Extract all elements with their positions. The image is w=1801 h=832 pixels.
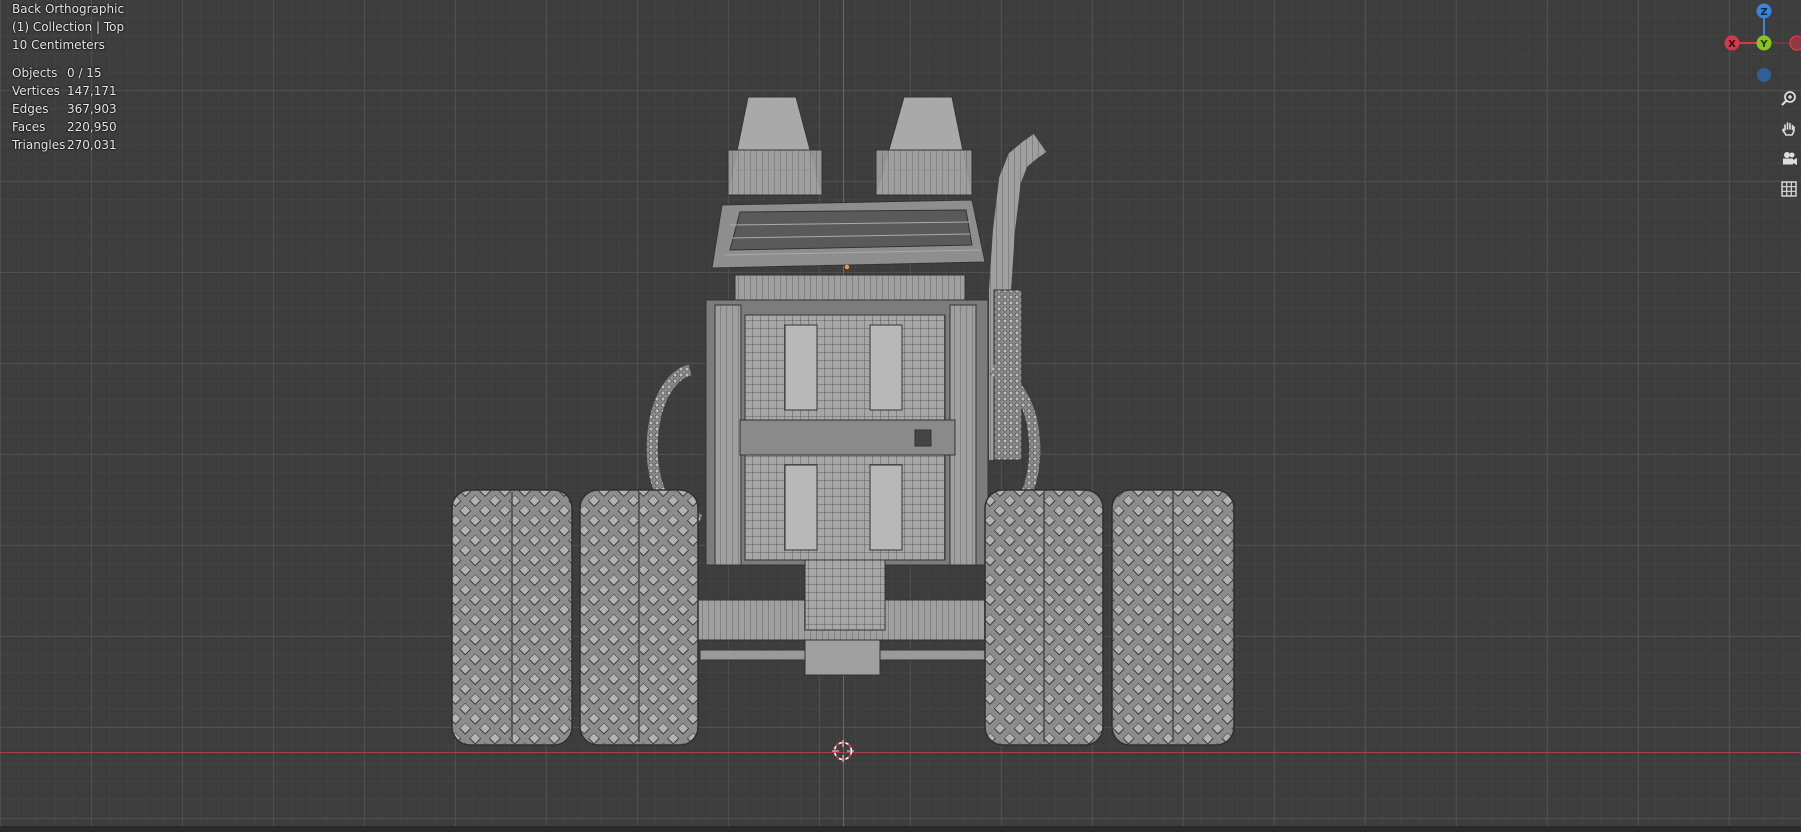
toggle-ortho-grid-button[interactable] — [1776, 176, 1801, 202]
gizmo-neg-x-handle[interactable] — [1789, 35, 1801, 51]
pan-hand-icon — [1782, 122, 1795, 136]
view-info: Back Orthographic (1) Collection | Top 1… — [12, 0, 124, 54]
toggle-ortho-grid-icon — [1781, 181, 1797, 197]
status-bar — [0, 826, 1801, 832]
pan-button[interactable] — [1776, 116, 1801, 142]
stat-row-triangles: Triangles 270,031 — [12, 138, 117, 152]
3d-viewport[interactable]: Back Orthographic (1) Collection | Top 1… — [0, 0, 1801, 832]
gizmo-z-label: Z — [1760, 7, 1767, 18]
object-origin — [844, 264, 850, 270]
camera-view-button[interactable] — [1776, 146, 1801, 172]
grid-scale-label: 10 Centimeters — [12, 38, 105, 52]
gizmo-x-label: X — [1728, 39, 1736, 50]
stat-row-vertices: Vertices 147,171 — [12, 84, 117, 98]
collection-label: (1) Collection | Top — [12, 20, 125, 34]
zoom-button[interactable] — [1776, 86, 1801, 112]
stat-row-edges: Edges 367,903 — [12, 102, 117, 116]
gizmo-neg-z-handle[interactable] — [1757, 68, 1771, 82]
seats — [727, 96, 973, 196]
navigation-gizmo[interactable]: Z X Y — [1700, 0, 1801, 90]
scene-statistics: Objects 0 / 15 Vertices 147,171 Edges 36… — [12, 64, 117, 154]
cage-frame — [711, 199, 986, 306]
vehicle-model[interactable] — [0, 0, 1801, 832]
view-name: Back Orthographic — [12, 2, 125, 16]
camera-view-icon — [1783, 152, 1797, 165]
stat-row-faces: Faces 220,950 — [12, 120, 117, 134]
chassis — [689, 299, 1011, 676]
stat-row-objects: Objects 0 / 15 — [12, 66, 102, 80]
3d-cursor-icon[interactable] — [832, 740, 854, 762]
gizmo-y-label: Y — [1759, 39, 1768, 50]
zoom-icon — [1781, 91, 1796, 106]
